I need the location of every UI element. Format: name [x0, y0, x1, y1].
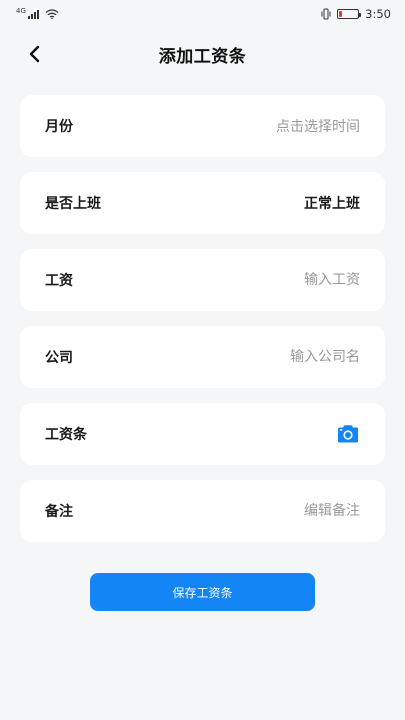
header: 添加工资条 [0, 36, 405, 72]
battery-icon [337, 9, 362, 19]
attendance-label: 是否上班 [45, 196, 101, 212]
month-row[interactable]: 月份 点击选择时间 [20, 95, 385, 157]
vibrate-icon [321, 8, 331, 20]
battery-level [339, 11, 343, 17]
company-input[interactable] [180, 349, 360, 365]
month-label: 月份 [45, 119, 73, 135]
network-type: 4G [16, 7, 26, 15]
page-title: 添加工资条 [158, 46, 247, 67]
salary-label: 工资 [45, 273, 73, 289]
salary-form: 月份 点击选择时间 是否上班 正常上班 工资 公司 工资条 备注 [20, 95, 385, 542]
remark-input[interactable] [180, 503, 360, 519]
wifi-icon [45, 9, 59, 19]
payslip-label: 工资条 [45, 427, 87, 443]
status-time: 3:50 [365, 7, 391, 21]
status-right: 3:50 [321, 7, 391, 21]
attendance-row[interactable]: 是否上班 正常上班 [20, 172, 385, 234]
month-picker[interactable]: 点击选择时间 [276, 116, 360, 136]
remark-label: 备注 [45, 504, 73, 520]
remark-row: 备注 [20, 480, 385, 542]
camera-icon[interactable] [336, 424, 360, 444]
salary-input[interactable] [180, 272, 360, 288]
company-row: 公司 [20, 326, 385, 388]
company-label: 公司 [45, 350, 73, 366]
chevron-left-icon [29, 45, 40, 63]
status-left: 4G [16, 7, 59, 19]
attendance-value[interactable]: 正常上班 [304, 193, 360, 213]
status-bar: 4G 3:50 [0, 0, 405, 28]
save-payslip-button[interactable]: 保存工资条 [90, 573, 315, 611]
payslip-row: 工资条 [20, 403, 385, 465]
salary-row: 工资 [20, 249, 385, 311]
back-button[interactable] [22, 42, 46, 66]
signal-icon [27, 9, 39, 19]
